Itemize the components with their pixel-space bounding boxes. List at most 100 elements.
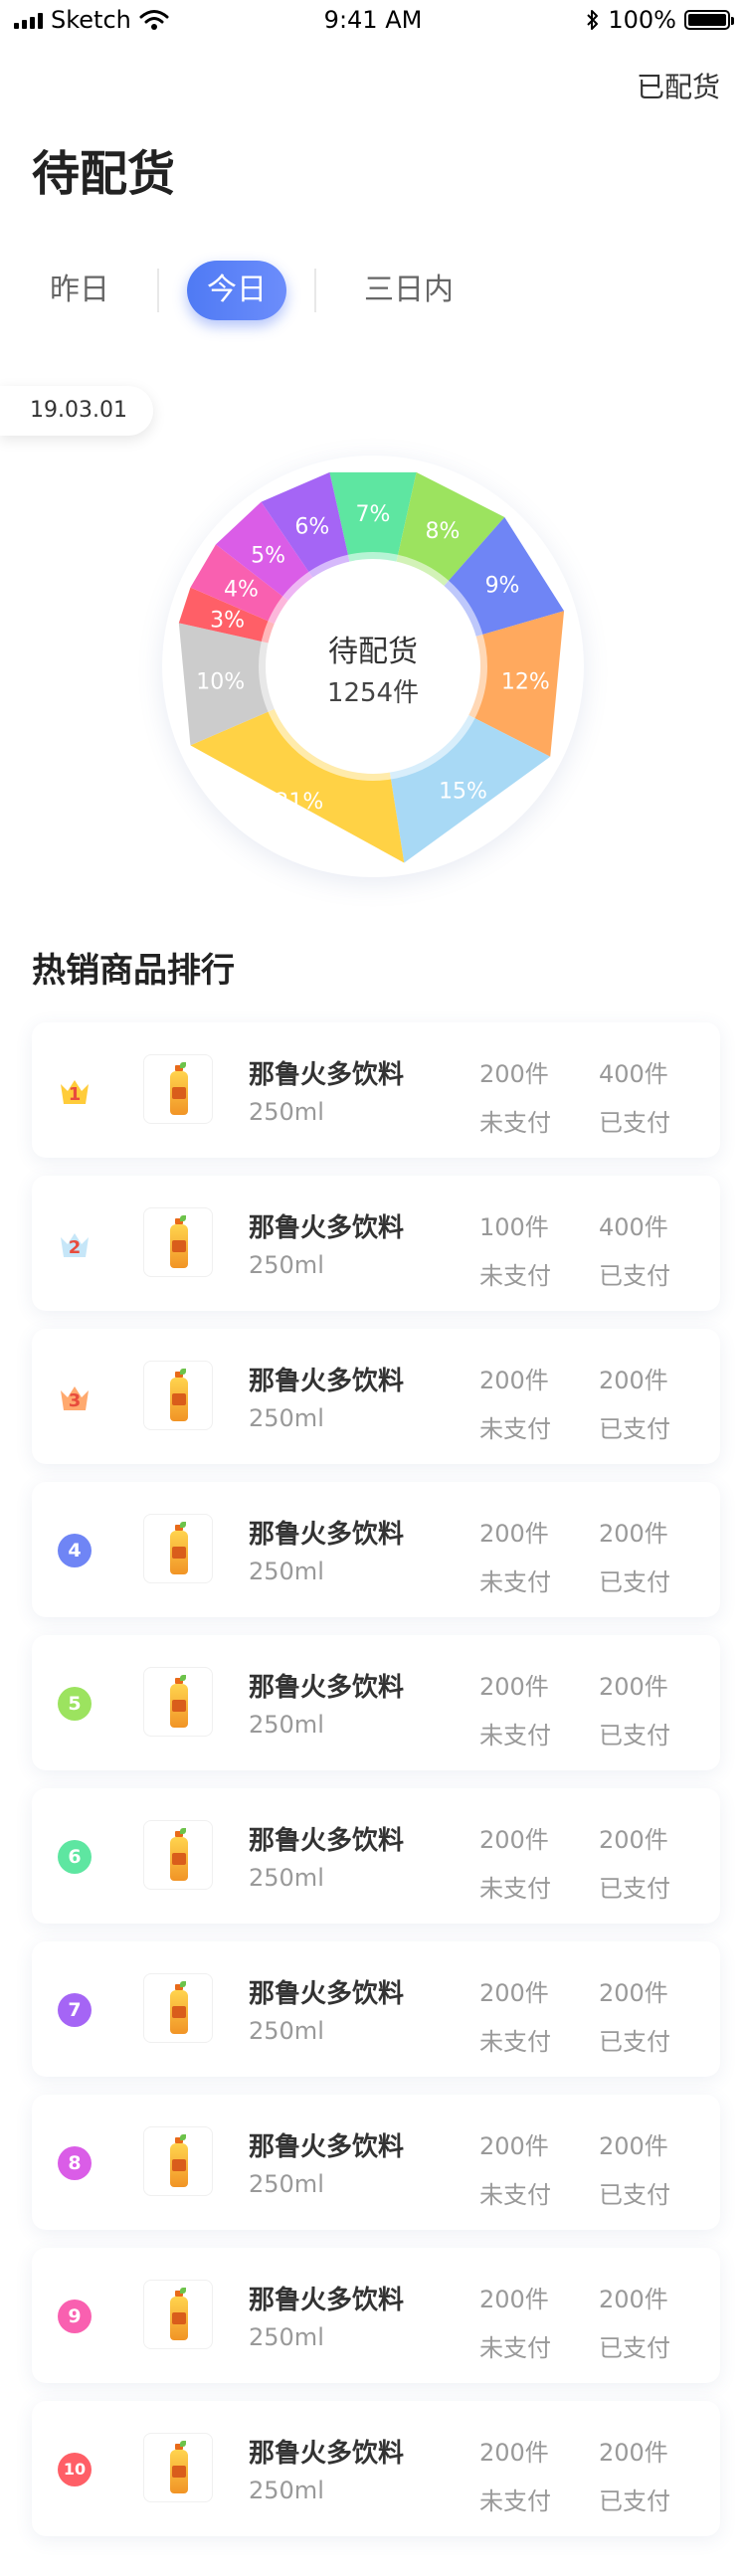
rank-number: 1 <box>68 1084 82 1105</box>
paid-label: 已支付 <box>599 1262 670 1290</box>
shipped-link[interactable]: 已配货 <box>637 66 720 105</box>
product-size: 250ml <box>249 1558 324 1585</box>
tab-yesterday[interactable]: 昨日 <box>30 261 129 320</box>
product-size: 250ml <box>249 2170 324 2198</box>
paid-label: 已支付 <box>599 1415 670 1443</box>
product-name: 那鲁火多饮料 <box>249 1673 405 1703</box>
list-item[interactable]: 8 那鲁火多饮料 250ml 200件 未支付 200件 已支付 <box>32 2095 720 2230</box>
paid-qty: 200件 <box>599 2286 668 2313</box>
paid-column: 200件 已支付 <box>599 1361 670 1444</box>
unpaid-label: 未支付 <box>479 1722 551 1749</box>
tab-divider <box>314 269 316 312</box>
paid-label: 已支付 <box>599 2028 670 2056</box>
list-item[interactable]: 4 那鲁火多饮料 250ml 200件 未支付 200件 已支付 <box>32 1482 720 1617</box>
product-name: 那鲁火多饮料 <box>249 1213 405 1243</box>
battery-icon <box>684 10 734 30</box>
product-image <box>143 2433 213 2502</box>
product-name: 那鲁火多饮料 <box>249 1367 405 1396</box>
rank-badge: 9 <box>58 2300 92 2333</box>
slice-label: 8% <box>425 519 460 544</box>
paid-qty: 200件 <box>599 2439 668 2467</box>
slice-label: 6% <box>294 515 329 540</box>
list-item[interactable]: 1 那鲁火多饮料 250ml 200件 未支付 400件 已支付 <box>32 1022 720 1158</box>
product-size: 250ml <box>249 1711 324 1739</box>
slice-label: 21% <box>275 790 323 815</box>
unpaid-column: 200件 未支付 <box>479 1973 551 2057</box>
ranking-title: 热销商品排行 <box>32 951 235 991</box>
rank-number: 2 <box>68 1237 82 1258</box>
paid-label: 已支付 <box>599 1875 670 1903</box>
status-right: 100% <box>586 6 734 34</box>
paid-label: 已支付 <box>599 2181 670 2209</box>
slice-label: 7% <box>356 502 391 527</box>
unpaid-label: 未支付 <box>479 1415 551 1443</box>
product-size: 250ml <box>249 2477 324 2504</box>
slice-label: 15% <box>439 780 487 805</box>
unpaid-qty: 200件 <box>479 2439 549 2467</box>
unpaid-column: 100件 未支付 <box>479 1207 551 1291</box>
tab-three-days[interactable]: 三日内 <box>344 261 473 320</box>
paid-qty: 200件 <box>599 1673 668 1701</box>
list-item[interactable]: 10 那鲁火多饮料 250ml 200件 未支付 200件 已支付 <box>32 2401 720 2536</box>
unpaid-label: 未支付 <box>479 1262 551 1290</box>
paid-qty: 400件 <box>599 1213 668 1241</box>
paid-label: 已支付 <box>599 1109 670 1137</box>
product-image <box>143 1820 213 1890</box>
unpaid-label: 未支付 <box>479 2028 551 2056</box>
battery-percent: 100% <box>608 6 676 34</box>
chart-center-count: 1254件 <box>326 678 420 708</box>
period-tabs: 昨日 今日 三日内 <box>30 257 473 324</box>
unpaid-label: 未支付 <box>479 1568 551 1596</box>
unpaid-column: 200件 未支付 <box>479 2280 551 2363</box>
slice-label: 4% <box>224 578 259 603</box>
unpaid-label: 未支付 <box>479 2334 551 2362</box>
list-item[interactable]: 2 那鲁火多饮料 250ml 100件 未支付 400件 已支付 <box>32 1176 720 1311</box>
unpaid-qty: 100件 <box>479 1213 549 1241</box>
paid-column: 400件 已支付 <box>599 1054 670 1138</box>
list-item[interactable]: 9 那鲁火多饮料 250ml 200件 未支付 200件 已支付 <box>32 2248 720 2383</box>
unpaid-label: 未支付 <box>479 2487 551 2515</box>
product-name: 那鲁火多饮料 <box>249 1060 405 1090</box>
unpaid-column: 200件 未支付 <box>479 1054 551 1138</box>
unpaid-qty: 200件 <box>479 1060 549 1088</box>
product-image <box>143 1514 213 1583</box>
product-image <box>143 1667 213 1737</box>
distribution-chart: 7% 8% 9% 12% 15% 21% 10% 3% 4% 5% 6% 待配货 1254件 <box>162 456 584 877</box>
rank-number: 3 <box>68 1390 82 1411</box>
rank-badge: 5 <box>58 1687 92 1721</box>
paid-column: 200件 已支付 <box>599 1667 670 1750</box>
tab-today[interactable]: 今日 <box>187 261 286 320</box>
date-selector[interactable]: 19.03.01 <box>0 386 153 436</box>
product-image <box>143 1207 213 1277</box>
list-item[interactable]: 5 那鲁火多饮料 250ml 200件 未支付 200件 已支付 <box>32 1635 720 1770</box>
product-name: 那鲁火多饮料 <box>249 1826 405 1856</box>
product-size: 250ml <box>249 1098 324 1126</box>
unpaid-qty: 200件 <box>479 2286 549 2313</box>
product-name: 那鲁火多饮料 <box>249 2286 405 2315</box>
product-size: 250ml <box>249 1404 324 1432</box>
product-size: 250ml <box>249 2017 324 2045</box>
unpaid-label: 未支付 <box>479 2181 551 2209</box>
unpaid-qty: 200件 <box>479 1979 549 2007</box>
tab-divider <box>157 269 159 312</box>
list-item[interactable]: 3 那鲁火多饮料 250ml 200件 未支付 200件 已支付 <box>32 1329 720 1464</box>
ranking-list: 1 那鲁火多饮料 250ml 200件 未支付 400件 已支付 2 那鲁火多饮… <box>32 1022 720 2554</box>
paid-column: 200件 已支付 <box>599 2126 670 2210</box>
paid-label: 已支付 <box>599 2334 670 2362</box>
list-item[interactable]: 6 那鲁火多饮料 250ml 200件 未支付 200件 已支付 <box>32 1788 720 1924</box>
crown-bronze-icon: 3 <box>58 1380 92 1414</box>
paid-label: 已支付 <box>599 1568 670 1596</box>
unpaid-qty: 200件 <box>479 1367 549 1394</box>
unpaid-column: 200件 未支付 <box>479 2433 551 2516</box>
chart-center-title: 待配货 <box>328 635 418 669</box>
paid-qty: 200件 <box>599 1979 668 2007</box>
product-image <box>143 1054 213 1124</box>
rank-badge: 7 <box>58 1993 92 2027</box>
paid-qty: 200件 <box>599 1826 668 1854</box>
paid-column: 200件 已支付 <box>599 1820 670 1904</box>
product-name: 那鲁火多饮料 <box>249 2439 405 2469</box>
unpaid-column: 200件 未支付 <box>479 2126 551 2210</box>
list-item[interactable]: 7 那鲁火多饮料 250ml 200件 未支付 200件 已支付 <box>32 1941 720 2077</box>
unpaid-qty: 200件 <box>479 1673 549 1701</box>
rank-badge: 4 <box>58 1534 92 1567</box>
